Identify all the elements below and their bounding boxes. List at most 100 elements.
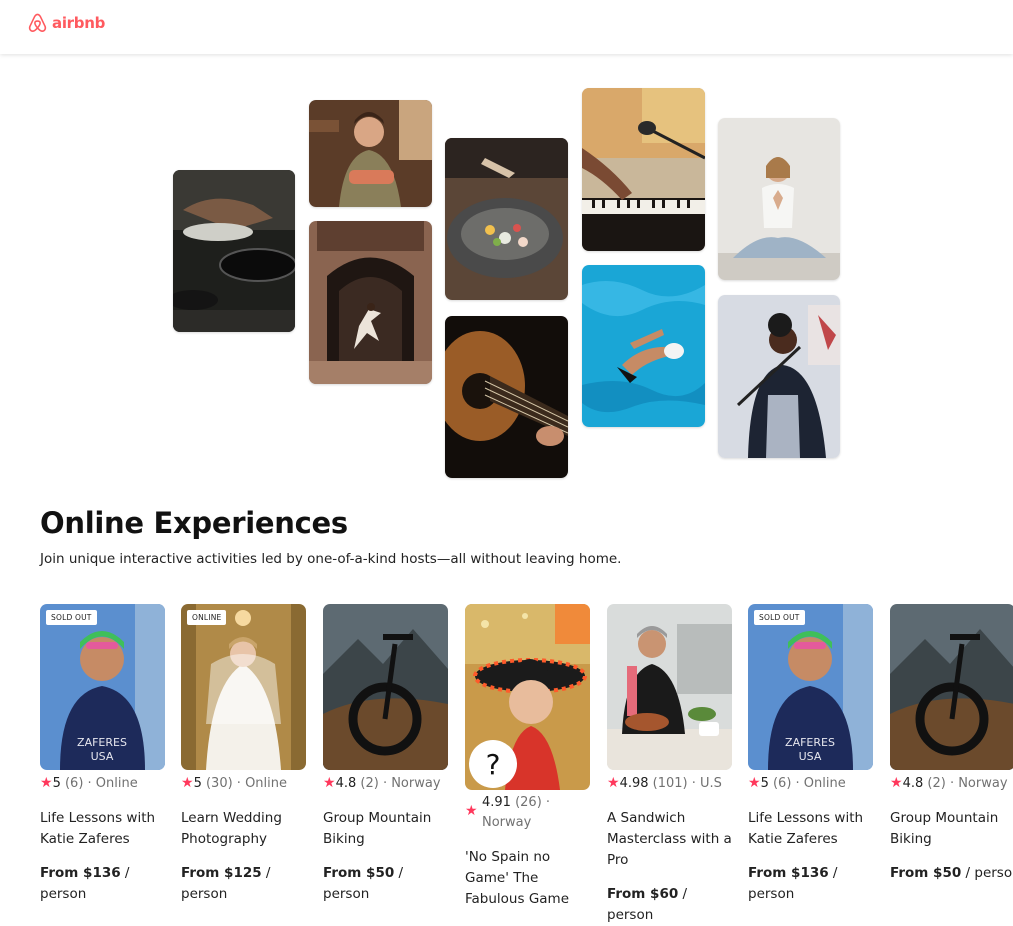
status-badge: SOLD OUT <box>754 610 805 625</box>
card-title[interactable]: 'No Spain no Game' The Fabulous Game <box>465 847 590 910</box>
price-amount: From $125 <box>181 865 262 881</box>
svg-text:?: ? <box>486 748 501 781</box>
collage-dancer-photo <box>309 221 432 384</box>
star-icon: ★ <box>181 775 194 791</box>
review-count: (30) <box>205 776 233 791</box>
rating-value: 4.8 <box>335 776 357 791</box>
card-rating: ★5 (6) · Online <box>748 773 873 794</box>
rating-value: 5 <box>52 776 61 791</box>
card-price: From $125 / person <box>181 863 306 905</box>
status-badge: ONLINE <box>187 610 227 625</box>
status-badge: SOLD OUT <box>46 610 97 625</box>
piano-microphone-photo <box>582 88 705 251</box>
card-rating: ★5 (30) · Online <box>181 773 306 794</box>
card-photo <box>323 604 448 770</box>
collage-singer-photo <box>718 295 840 458</box>
woman-sombrero-photo: ? <box>465 604 590 790</box>
card-price: From $60 / person <box>607 884 732 926</box>
card-location: · U.S <box>687 776 722 791</box>
card-price: From $50 / person <box>890 863 1013 884</box>
price-unit: / person <box>965 865 1013 881</box>
collage-food-bowl-photo <box>445 138 568 300</box>
card-rating: ★5 (6) · Online <box>40 773 165 794</box>
logo-wordmark: airbnb <box>52 14 106 32</box>
price-amount: From $60 <box>607 886 679 902</box>
card-title[interactable]: Life Lessons with Katie Zaferes <box>748 808 873 850</box>
rating-value: 4.91 <box>482 795 511 810</box>
star-icon: ★ <box>607 775 620 791</box>
collage-baker-photo <box>309 100 432 207</box>
svg-text:USA: USA <box>91 750 114 763</box>
experience-card[interactable]: ? ★ 4.91 (26) · Norway 'No Spain no Game'… <box>465 604 590 910</box>
experience-card[interactable]: ONLINE ★5 (30) · Online Learn Wedding Ph… <box>181 604 306 905</box>
price-amount: From $50 <box>323 865 395 881</box>
experience-card[interactable]: ZAFERES USA SOLD OUT ★5 (6) · Online Lif… <box>40 604 165 905</box>
rating-value: 5 <box>760 776 769 791</box>
card-rating: ★ 4.91 (26) · Norway <box>465 793 590 833</box>
woman-holding-pastries-photo <box>309 100 432 207</box>
review-count: (101) <box>652 776 688 791</box>
card-location: · Online <box>791 776 846 791</box>
experience-card[interactable]: ★4.8 (2) · Norway Group Mountain Biking … <box>890 604 1013 884</box>
price-amount: From $136 <box>748 865 829 881</box>
food-bowl-photo <box>445 138 568 300</box>
card-location: · Norway <box>378 776 441 791</box>
star-icon: ★ <box>890 775 903 791</box>
card-rating: ★4.8 (2) · Norway <box>323 773 448 794</box>
athlete-usa-photo: ZAFERES USA <box>748 604 873 770</box>
collage-piano-mic-photo <box>582 88 705 251</box>
rating-value: 4.98 <box>619 776 649 791</box>
card-photo: ZAFERES USA SOLD OUT <box>748 604 873 770</box>
sandwich-chef-photo <box>607 604 732 770</box>
star-icon: ★ <box>748 775 761 791</box>
collage-yoga-photo <box>718 118 840 280</box>
card-title[interactable]: Learn Wedding Photography <box>181 808 306 850</box>
card-photo: ? <box>465 604 590 790</box>
top-nav-bar: airbnb <box>0 0 1013 54</box>
airbnb-belo-icon <box>28 13 47 32</box>
experience-card[interactable]: ★4.98 (101) · U.S A Sandwich Masterclass… <box>607 604 732 926</box>
collage-swimmer-photo <box>582 265 705 427</box>
card-location: · Online <box>83 776 138 791</box>
card-location: · Norway <box>945 776 1008 791</box>
svg-text:ZAFERES: ZAFERES <box>785 736 835 749</box>
review-count: (2) <box>927 776 946 791</box>
experience-card[interactable]: ★4.8 (2) · Norway Group Mountain Biking … <box>323 604 448 905</box>
card-rating: ★4.8 (2) · Norway <box>890 773 1013 794</box>
card-photo: ONLINE <box>181 604 306 770</box>
section-subtitle: Join unique interactive activities led b… <box>40 551 622 567</box>
star-icon: ★ <box>40 775 53 791</box>
review-count: (26) <box>515 795 542 810</box>
athlete-usa-photo: ZAFERES USA <box>40 604 165 770</box>
rating-value: 5 <box>193 776 202 791</box>
section-title: Online Experiences <box>40 506 348 540</box>
review-count: (6) <box>772 776 792 791</box>
experience-card[interactable]: ZAFERES USA SOLD OUT ★5 (6) · Online Lif… <box>748 604 873 905</box>
review-count: (6) <box>64 776 84 791</box>
card-title[interactable]: Group Mountain Biking <box>890 808 1013 850</box>
card-title[interactable]: A Sandwich Masterclass with a Pro <box>607 808 732 871</box>
card-price: From $136 / person <box>40 863 165 905</box>
collage-cooking-photo <box>173 170 295 332</box>
card-photo <box>607 604 732 770</box>
airbnb-logo[interactable]: airbnb <box>27 12 105 34</box>
yoga-woman-photo <box>718 118 840 280</box>
swimmer-pool-photo <box>582 265 705 427</box>
card-price: From $50 / person <box>323 863 448 905</box>
collage-guitar-photo <box>445 316 568 478</box>
cooking-pans-photo <box>173 170 295 332</box>
card-photo: ZAFERES USA SOLD OUT <box>40 604 165 770</box>
mountain-bike-photo <box>890 604 1013 770</box>
star-icon: ★ <box>465 803 478 819</box>
card-title[interactable]: Life Lessons with Katie Zaferes <box>40 808 165 850</box>
svg-text:ZAFERES: ZAFERES <box>77 736 127 749</box>
card-location: · Online <box>232 776 288 791</box>
card-title[interactable]: Group Mountain Biking <box>323 808 448 850</box>
rating-value: 4.8 <box>902 776 924 791</box>
acoustic-guitar-photo <box>445 316 568 478</box>
card-photo <box>890 604 1013 770</box>
price-amount: From $50 <box>890 865 962 881</box>
card-price: From $136 / person <box>748 863 873 905</box>
review-count: (2) <box>360 776 379 791</box>
svg-text:USA: USA <box>799 750 822 763</box>
